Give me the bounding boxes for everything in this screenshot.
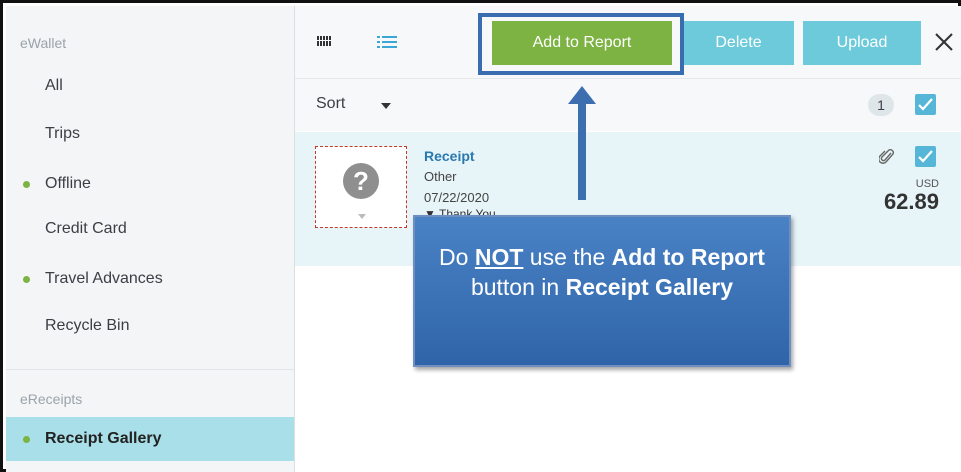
section-divider bbox=[6, 369, 294, 370]
callout-text-2: use the bbox=[523, 244, 612, 270]
sidebar-item-all[interactable]: All bbox=[6, 64, 294, 108]
callout-text-3: button in bbox=[470, 274, 566, 300]
app-frame: eWallet All Trips Offline Credit Card Tr… bbox=[0, 0, 961, 472]
sidebar-item-label: Travel Advances bbox=[45, 270, 163, 287]
paperclip-icon bbox=[879, 149, 894, 164]
sidebar: eWallet All Trips Offline Credit Card Tr… bbox=[6, 6, 295, 472]
sidebar-item-credit-card[interactable]: Credit Card bbox=[6, 207, 294, 251]
sidebar-item-label: Receipt Gallery bbox=[45, 430, 162, 447]
highlight-box bbox=[478, 13, 684, 75]
chevron-down-icon bbox=[358, 214, 366, 219]
close-icon[interactable] bbox=[935, 33, 953, 51]
checkmark-icon bbox=[918, 98, 933, 111]
receipt-title[interactable]: Receipt bbox=[424, 148, 475, 164]
receipt-category: Other bbox=[424, 169, 457, 184]
status-dot bbox=[23, 275, 30, 283]
sidebar-item-offline[interactable]: Offline bbox=[6, 162, 294, 206]
sidebar-item-label: All bbox=[45, 77, 63, 94]
callout-add-to-report: Add to Report bbox=[611, 244, 765, 270]
callout-text-1: Do bbox=[439, 244, 475, 270]
receipt-checkbox[interactable] bbox=[915, 146, 936, 167]
sidebar-item-label: Credit Card bbox=[45, 220, 127, 237]
status-dot bbox=[23, 180, 30, 188]
grid-view-icon[interactable] bbox=[317, 36, 331, 46]
sidebar-item-recycle-bin[interactable]: Recycle Bin bbox=[6, 304, 294, 348]
question-mark-icon: ? bbox=[343, 163, 379, 199]
callout-receipt-gallery: Receipt Gallery bbox=[565, 274, 734, 300]
sidebar-item-receipt-gallery[interactable]: Receipt Gallery bbox=[6, 417, 294, 461]
sidebar-item-label: Trips bbox=[45, 125, 80, 142]
callout-not: NOT bbox=[474, 244, 524, 270]
status-dot bbox=[23, 435, 30, 443]
sort-label[interactable]: Sort bbox=[316, 95, 345, 113]
chevron-down-icon[interactable] bbox=[381, 103, 391, 109]
sidebar-item-label: Offline bbox=[45, 175, 91, 192]
checkmark-icon bbox=[918, 150, 933, 163]
selected-count-badge: 1 bbox=[868, 94, 894, 116]
sidebar-item-label: Recycle Bin bbox=[45, 317, 130, 334]
sort-bar: Sort 1 bbox=[295, 79, 961, 131]
receipt-date: 07/22/2020 bbox=[424, 190, 490, 205]
receipt-thumbnail[interactable]: ? bbox=[315, 146, 407, 228]
section-ereceipts-title: eReceipts bbox=[20, 391, 83, 407]
select-all-checkbox[interactable] bbox=[915, 94, 936, 115]
section-ewallet-title: eWallet bbox=[20, 35, 67, 51]
delete-button[interactable]: Delete bbox=[683, 21, 794, 65]
toolbar: Add to Report Delete Upload bbox=[295, 6, 961, 79]
sidebar-item-trips[interactable]: Trips bbox=[6, 112, 294, 156]
arrow-shaft bbox=[578, 102, 586, 200]
upload-button[interactable]: Upload bbox=[803, 21, 921, 65]
warning-callout: Do NOT use the Add to Report button in R… bbox=[413, 215, 791, 367]
list-view-icon[interactable] bbox=[377, 36, 397, 48]
sidebar-item-travel-advances[interactable]: Travel Advances bbox=[6, 257, 294, 301]
receipt-amount: 62.89 bbox=[883, 189, 939, 214]
